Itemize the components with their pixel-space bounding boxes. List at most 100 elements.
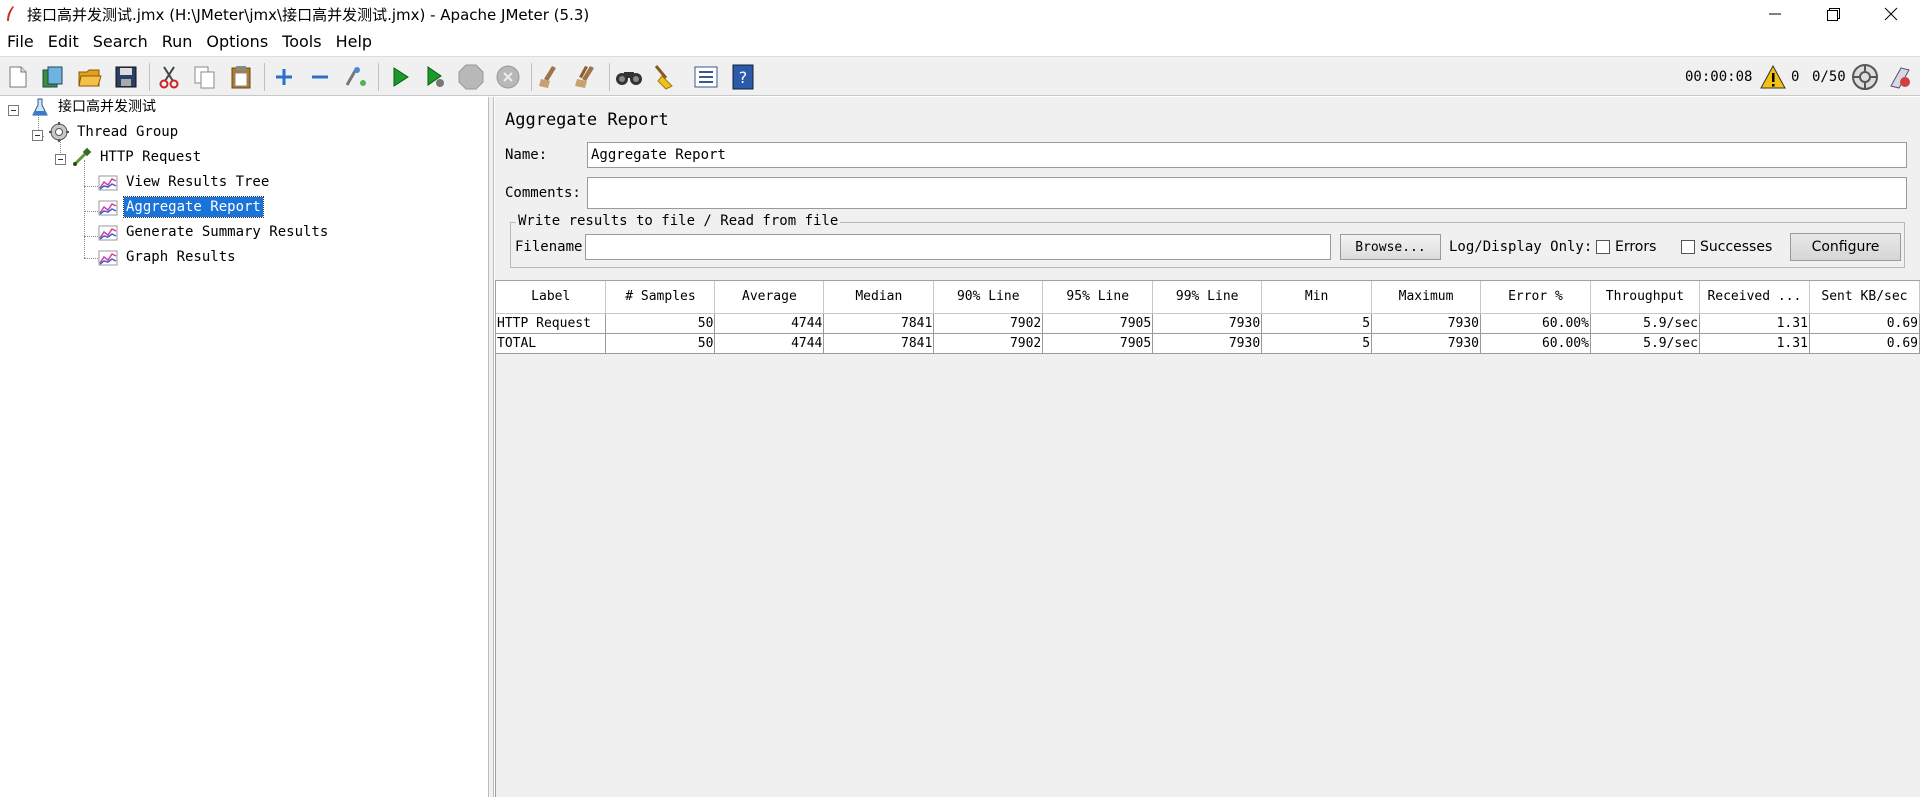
- column-header-error-percent[interactable]: Error %: [1480, 281, 1591, 314]
- menu-tools[interactable]: Tools: [275, 32, 328, 51]
- toggle-button[interactable]: [342, 63, 370, 91]
- expand-icon: [276, 69, 292, 85]
- function-helper-button[interactable]: [692, 63, 720, 91]
- table-row-total[interactable]: TOTAL 50 4744 7841 7902 7905 7930 5 7930…: [496, 333, 1920, 354]
- close-button[interactable]: [1862, 0, 1920, 28]
- collapse-toggle-root[interactable]: [8, 105, 19, 116]
- minimize-button[interactable]: [1746, 0, 1804, 28]
- tree-node-label: HTTP Request: [100, 149, 202, 165]
- tree-node-test-plan[interactable]: 接口高并发测试: [30, 97, 158, 117]
- clear-all-button[interactable]: [572, 63, 600, 91]
- column-header-throughput[interactable]: Throughput: [1590, 281, 1700, 314]
- split-pane-divider[interactable]: [489, 97, 494, 797]
- menu-file[interactable]: File: [0, 32, 41, 51]
- help-button[interactable]: ?: [729, 63, 757, 91]
- panel-title: Aggregate Report: [505, 110, 669, 130]
- column-header-min[interactable]: Min: [1261, 281, 1373, 314]
- start-button[interactable]: [386, 63, 414, 91]
- tree-node-view-results-tree[interactable]: View Results Tree: [98, 172, 271, 192]
- new-button[interactable]: [4, 63, 32, 91]
- clear-all-icon: [575, 66, 594, 88]
- expand-all-button[interactable]: [270, 63, 298, 91]
- table-row[interactable]: HTTP Request 50 4744 7841 7902 7905 7930…: [496, 313, 1920, 334]
- stop-button[interactable]: [457, 63, 485, 91]
- column-header-maximum[interactable]: Maximum: [1371, 281, 1482, 314]
- name-input[interactable]: Aggregate Report: [587, 142, 1907, 168]
- filename-label: Filename: [515, 239, 583, 255]
- column-header-received[interactable]: Received ...: [1699, 281, 1810, 314]
- listener-chart-icon: [98, 225, 118, 241]
- collapse-all-button[interactable]: [306, 63, 334, 91]
- cell-95-line: 7905: [1042, 313, 1154, 334]
- results-table-area[interactable]: Label # Samples Average Median 90% Line …: [495, 280, 1920, 797]
- cell-median: 7841: [823, 313, 935, 334]
- paste-button[interactable]: [227, 63, 255, 91]
- column-header-median[interactable]: Median: [823, 281, 935, 314]
- browse-button[interactable]: Browse...: [1340, 234, 1441, 260]
- column-header-sent[interactable]: Sent KB/sec: [1809, 281, 1920, 314]
- cell-error-percent: 60.00%: [1480, 333, 1591, 354]
- comments-input[interactable]: [587, 177, 1907, 209]
- menu-edit[interactable]: Edit: [41, 32, 86, 51]
- cell-99-line: 7930: [1152, 313, 1263, 334]
- column-header-99-line[interactable]: 99% Line: [1152, 281, 1263, 314]
- errors-checkbox[interactable]: [1596, 240, 1610, 254]
- cell-label: HTTP Request: [496, 313, 607, 334]
- cell-sent: 0.69: [1809, 313, 1920, 334]
- sampler-pipette-icon: [73, 147, 92, 166]
- file-group-title: Write results to file / Read from file: [516, 213, 841, 229]
- open-button[interactable]: [76, 63, 104, 91]
- filename-input[interactable]: [585, 234, 1331, 260]
- reset-search-icon: [654, 65, 673, 90]
- column-header-samples[interactable]: # Samples: [605, 281, 716, 314]
- shutdown-button[interactable]: [494, 63, 522, 91]
- reset-search-button[interactable]: [651, 63, 679, 91]
- test-plan-flask-icon: [32, 98, 48, 116]
- search-button[interactable]: [615, 63, 643, 91]
- column-header-label[interactable]: Label: [496, 281, 607, 314]
- clear-button[interactable]: [536, 63, 564, 91]
- column-header-90-line[interactable]: 90% Line: [933, 281, 1044, 314]
- copy-button[interactable]: [191, 63, 219, 91]
- restore-button[interactable]: [1804, 0, 1862, 28]
- column-header-95-line[interactable]: 95% Line: [1042, 281, 1154, 314]
- close-icon: [1884, 7, 1898, 21]
- tree-node-generate-summary-results[interactable]: Generate Summary Results: [98, 222, 330, 242]
- column-header-average[interactable]: Average: [714, 281, 825, 314]
- cell-min: 5: [1261, 333, 1373, 354]
- menu-help[interactable]: Help: [329, 32, 379, 51]
- tree-node-thread-group[interactable]: Thread Group: [49, 122, 180, 142]
- cell-error-percent: 60.00%: [1480, 313, 1591, 334]
- thread-count: 0/50: [1812, 69, 1846, 85]
- log-viewer-button[interactable]: [1886, 63, 1914, 91]
- collapse-icon: [312, 75, 328, 79]
- comments-label: Comments:: [505, 185, 581, 201]
- tree-node-graph-results[interactable]: Graph Results: [98, 247, 238, 267]
- menu-search[interactable]: Search: [86, 32, 155, 51]
- menu-run[interactable]: Run: [155, 32, 200, 51]
- menu-options[interactable]: Options: [199, 32, 275, 51]
- menu-bar: File Edit Search Run Options Tools Help: [0, 28, 1920, 54]
- remote-status-indicator[interactable]: [1851, 63, 1879, 91]
- cell-sent: 0.69: [1809, 333, 1920, 354]
- collapse-toggle-thread-group[interactable]: [32, 130, 43, 141]
- start-no-pauses-button[interactable]: [421, 63, 449, 91]
- successes-checkbox[interactable]: [1681, 240, 1695, 254]
- collapse-toggle-http-request[interactable]: [55, 154, 66, 165]
- start-icon: [393, 67, 409, 87]
- name-label: Name:: [505, 147, 548, 163]
- listener-chart-icon: [98, 175, 118, 191]
- cell-90-line: 7902: [933, 333, 1044, 354]
- log-display-only-label: Log/Display Only:: [1449, 239, 1593, 255]
- save-button[interactable]: [112, 63, 140, 91]
- tree-node-http-request[interactable]: HTTP Request: [72, 147, 203, 167]
- tree-node-aggregate-report[interactable]: Aggregate Report: [98, 196, 264, 218]
- help-icon: ?: [732, 64, 754, 90]
- configure-button[interactable]: Configure: [1790, 233, 1901, 261]
- cell-maximum: 7930: [1371, 313, 1482, 334]
- warning-indicator[interactable]: [1759, 63, 1787, 91]
- templates-button[interactable]: [39, 63, 67, 91]
- cut-button[interactable]: [155, 63, 183, 91]
- table-header-row: Label # Samples Average Median 90% Line …: [496, 281, 1920, 314]
- test-plan-tree[interactable]: 接口高并发测试 Thread Group HTTP Request View R…: [0, 97, 489, 797]
